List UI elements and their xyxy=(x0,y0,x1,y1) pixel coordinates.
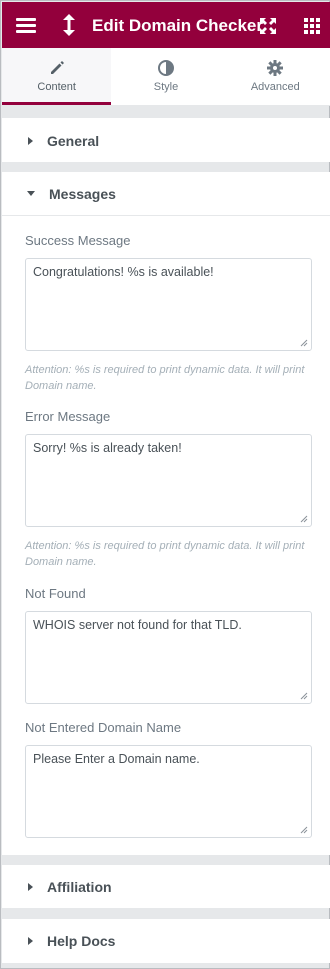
tab-label: Content xyxy=(37,81,76,93)
not-entered-domain-label: Not Entered Domain Name xyxy=(25,720,182,735)
tab-label: Style xyxy=(153,81,179,93)
success-message-note: Attention: %s is required to print dynam… xyxy=(25,364,305,392)
section-affiliation: Affiliation xyxy=(2,865,330,908)
not-entered-domain-textarea[interactable]: Please Enter a Domain name. xyxy=(25,745,312,838)
vertical-resize-icon[interactable] xyxy=(62,14,76,36)
section-title: General xyxy=(47,133,100,149)
panel-tabs: Content Style Advanced xyxy=(2,48,330,106)
contrast-icon xyxy=(157,60,174,76)
grid-icon[interactable] xyxy=(304,18,320,34)
error-message-note: Attention: %s is required to print dynam… xyxy=(25,540,305,568)
section-title: Affiliation xyxy=(47,878,112,895)
tab-style[interactable]: Style xyxy=(111,48,221,105)
menu-icon[interactable] xyxy=(16,18,36,34)
caret-right-icon xyxy=(28,137,33,145)
error-message-label: Error Message xyxy=(25,409,111,424)
gear-icon xyxy=(267,60,284,76)
expand-icon[interactable] xyxy=(260,18,276,34)
not-found-label: Not Found xyxy=(25,586,86,601)
section-messages-toggle[interactable]: Messages xyxy=(2,172,330,216)
section-general-toggle[interactable]: General xyxy=(2,118,330,164)
section-messages: Messages Success Message Congratulations… xyxy=(2,172,330,855)
editor-panel: Edit Domain Checker Content Style Advanc… xyxy=(0,0,330,969)
error-message-textarea[interactable]: Sorry! %s is already taken! xyxy=(25,434,312,527)
section-title: Messages xyxy=(49,185,116,202)
panel-title: Edit Domain Checker xyxy=(92,16,263,35)
section-title: Help Docs xyxy=(47,933,116,949)
tab-content[interactable]: Content xyxy=(2,48,112,105)
caret-right-icon xyxy=(28,937,33,945)
section-help-docs-toggle[interactable]: Help Docs xyxy=(2,919,330,963)
caret-right-icon xyxy=(28,882,33,891)
success-message-label: Success Message xyxy=(25,233,131,248)
not-found-textarea[interactable]: WHOIS server not found for that TLD. xyxy=(25,611,312,704)
section-help-docs: Help Docs xyxy=(2,919,330,963)
pencil-icon xyxy=(50,61,64,74)
caret-down-icon xyxy=(27,191,35,196)
tab-advanced[interactable]: Advanced xyxy=(220,48,330,105)
section-general: General xyxy=(2,118,330,162)
section-affiliation-toggle[interactable]: Affiliation xyxy=(2,865,330,908)
success-message-textarea[interactable]: Congratulations! %s is available! xyxy=(25,258,312,351)
panel-header: Edit Domain Checker xyxy=(2,2,330,48)
tab-label: Advanced xyxy=(250,81,300,93)
